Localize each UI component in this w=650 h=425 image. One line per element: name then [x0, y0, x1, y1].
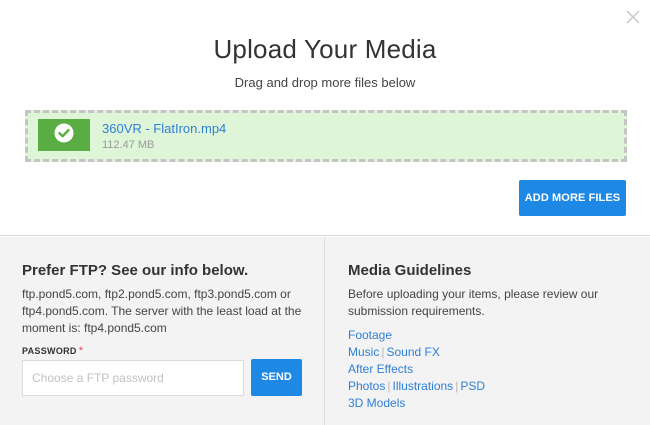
column-divider: [324, 237, 325, 425]
close-icon[interactable]: [624, 8, 642, 26]
psd-link[interactable]: PSD: [460, 379, 485, 393]
guidelines-info-text: Before uploading your items, please revi…: [348, 287, 599, 318]
page-title: Upload Your Media: [213, 34, 437, 64]
guideline-row-after-effects: After Effects: [348, 361, 638, 378]
illustrations-link[interactable]: Illustrations: [392, 379, 453, 393]
upload-info-panel: Prefer FTP? See our info below. ftp.pond…: [0, 237, 650, 425]
ftp-info-text: ftp.pond5.com, ftp2.pond5.com, ftp3.pond…: [22, 287, 302, 335]
link-separator: |: [387, 379, 391, 393]
guidelines-links: Footage Music | Sound FX After Effects Pho…: [348, 327, 638, 412]
file-dropzone[interactable]: 360VR - FlatIron.mp4 112.47 MB: [25, 110, 627, 162]
send-button[interactable]: SEND: [251, 359, 302, 396]
3d-models-link[interactable]: 3D Models: [348, 396, 405, 410]
photos-link[interactable]: Photos: [348, 379, 385, 393]
music-link[interactable]: Music: [348, 345, 379, 359]
upload-status-badge: [38, 119, 90, 151]
guideline-row-images: Photos | Illustrations | PSD: [348, 378, 638, 395]
guideline-row-3d: 3D Models: [348, 395, 638, 412]
password-label: PASSWORD *: [22, 345, 83, 357]
page-subtitle: Drag and drop more files below: [234, 75, 416, 90]
ftp-password-input[interactable]: [22, 360, 244, 396]
required-marker: *: [78, 345, 84, 357]
check-circle-icon: [54, 123, 74, 148]
sound-fx-link[interactable]: Sound FX: [386, 345, 439, 359]
file-name[interactable]: 360VR - FlatIron.mp4: [102, 121, 226, 136]
password-label-text: PASSWORD: [22, 346, 77, 356]
file-size: 112.47 MB: [102, 139, 155, 151]
footage-link[interactable]: Footage: [348, 328, 392, 342]
guideline-row-audio: Music | Sound FX: [348, 344, 638, 361]
add-more-files-button[interactable]: ADD MORE FILES: [519, 180, 626, 216]
upload-modal-header: Upload Your Media Drag and drop more fil…: [0, 0, 650, 236]
link-separator: |: [455, 379, 459, 393]
guidelines-heading: Media Guidelines: [348, 262, 472, 279]
ftp-heading: Prefer FTP? See our info below.: [22, 262, 249, 279]
link-separator: |: [381, 345, 385, 359]
after-effects-link[interactable]: After Effects: [348, 362, 413, 376]
guideline-row-footage: Footage: [348, 327, 638, 344]
